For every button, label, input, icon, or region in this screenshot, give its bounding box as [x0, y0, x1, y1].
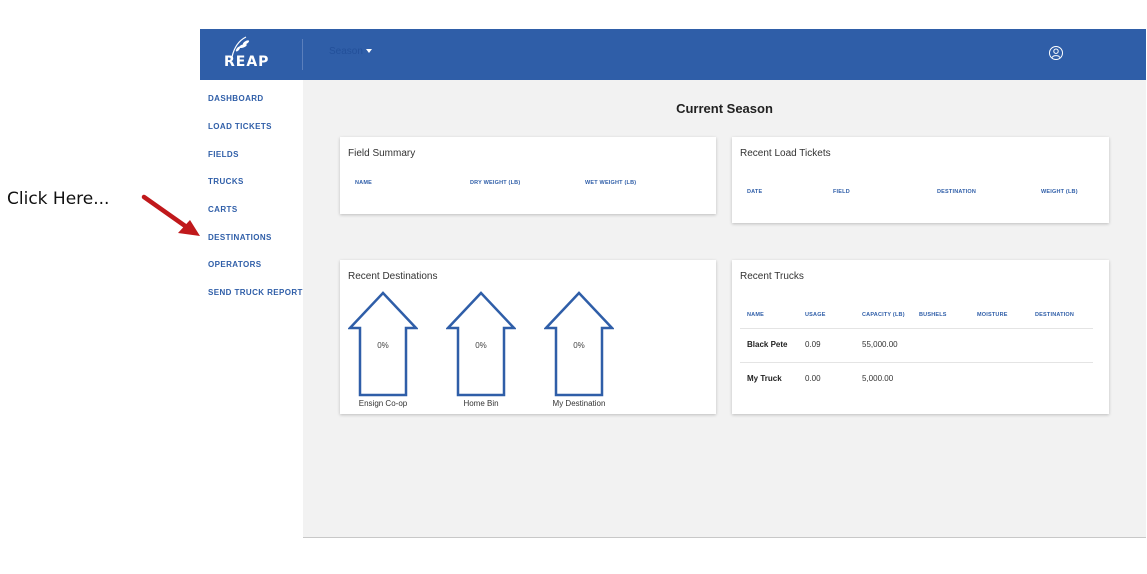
card-title: Recent Trucks	[740, 271, 804, 282]
app-window: REAP Season DASHBOARD LOAD TICKETS FIELD…	[200, 29, 1146, 538]
field-summary-card: Field Summary NAME DRY WEIGHT (LB) WET W…	[340, 137, 716, 214]
destination-item[interactable]: 0% Ensign Co-op	[348, 291, 418, 411]
destination-percent: 0%	[377, 341, 389, 350]
destination-name: Home Bin	[463, 399, 499, 408]
destination-item[interactable]: 0% My Destination	[544, 291, 614, 411]
sidebar-item-load-tickets[interactable]: LOAD TICKETS	[208, 122, 272, 131]
column-header-name[interactable]: NAME	[355, 180, 372, 186]
column-header-field[interactable]: FIELD	[833, 189, 850, 195]
destination-percent: 0%	[475, 341, 487, 350]
user-circle-icon[interactable]	[1048, 45, 1064, 61]
column-header-usage[interactable]: USAGE	[805, 312, 826, 318]
sidebar-item-carts[interactable]: CARTS	[208, 205, 238, 214]
season-dropdown-label: Season	[329, 46, 363, 57]
truck-usage: 0.09	[805, 340, 821, 349]
sidebar-item-send-truck-report[interactable]: SEND TRUCK REPORT	[208, 288, 303, 297]
sidebar: DASHBOARD LOAD TICKETS FIELDS TRUCKS CAR…	[200, 80, 303, 538]
column-header-moisture[interactable]: MOISTURE	[977, 312, 1008, 318]
column-header-bushels[interactable]: BUSHELS	[919, 312, 947, 318]
destination-percent: 0%	[573, 341, 585, 350]
column-header-weight[interactable]: WEIGHT (LB)	[1041, 189, 1078, 195]
destination-name: Ensign Co-op	[358, 399, 408, 408]
column-header-destination[interactable]: DESTINATION	[1035, 312, 1074, 318]
truck-name: Black Pete	[747, 340, 788, 349]
destination-item[interactable]: 0% Home Bin	[446, 291, 516, 411]
top-bar: REAP Season	[200, 29, 1146, 80]
column-header-name[interactable]: NAME	[747, 312, 764, 318]
sidebar-item-operators[interactable]: OPERATORS	[208, 260, 262, 269]
column-header-dry-weight[interactable]: DRY WEIGHT (LB)	[470, 180, 520, 186]
column-header-capacity[interactable]: CAPACITY (LB)	[862, 312, 905, 318]
destination-name: My Destination	[552, 399, 606, 408]
column-header-destination[interactable]: DESTINATION	[937, 189, 976, 195]
screenshot-root: Click Here... REAP Season DASHBOARD LOAD…	[0, 0, 1147, 574]
sidebar-item-trucks[interactable]: TRUCKS	[208, 177, 244, 186]
season-dropdown[interactable]: Season	[329, 46, 372, 57]
truck-name: My Truck	[747, 374, 782, 383]
logo-text: REAP	[224, 54, 270, 70]
reap-logo[interactable]: REAP	[222, 36, 278, 74]
caret-down-icon	[365, 49, 372, 54]
annotation-arrow-icon	[141, 194, 200, 236]
card-title: Recent Load Tickets	[740, 148, 831, 159]
truck-usage: 0.00	[805, 374, 821, 383]
annotation-text: Click Here...	[7, 189, 110, 209]
card-title: Recent Destinations	[348, 271, 438, 282]
recent-load-tickets-card: Recent Load Tickets DATE FIELD DESTINATI…	[732, 137, 1109, 223]
column-header-wet-weight[interactable]: WET WEIGHT (LB)	[585, 180, 636, 186]
card-title: Field Summary	[348, 148, 416, 159]
table-divider	[740, 362, 1093, 363]
recent-trucks-card: Recent Trucks NAME USAGE CAPACITY (LB) B…	[732, 260, 1109, 414]
recent-destinations-card: Recent Destinations 0% Ensign Co-op 0% H…	[340, 260, 716, 414]
sidebar-item-fields[interactable]: FIELDS	[208, 150, 239, 159]
page-title: Current Season	[676, 101, 773, 116]
sidebar-item-dashboard[interactable]: DASHBOARD	[208, 94, 264, 103]
truck-capacity: 5,000.00	[862, 374, 894, 383]
topbar-divider	[302, 39, 303, 70]
truck-capacity: 55,000.00	[862, 340, 898, 349]
table-divider	[740, 328, 1093, 329]
sidebar-item-destinations[interactable]: DESTINATIONS	[208, 233, 272, 242]
column-header-date[interactable]: DATE	[747, 189, 762, 195]
